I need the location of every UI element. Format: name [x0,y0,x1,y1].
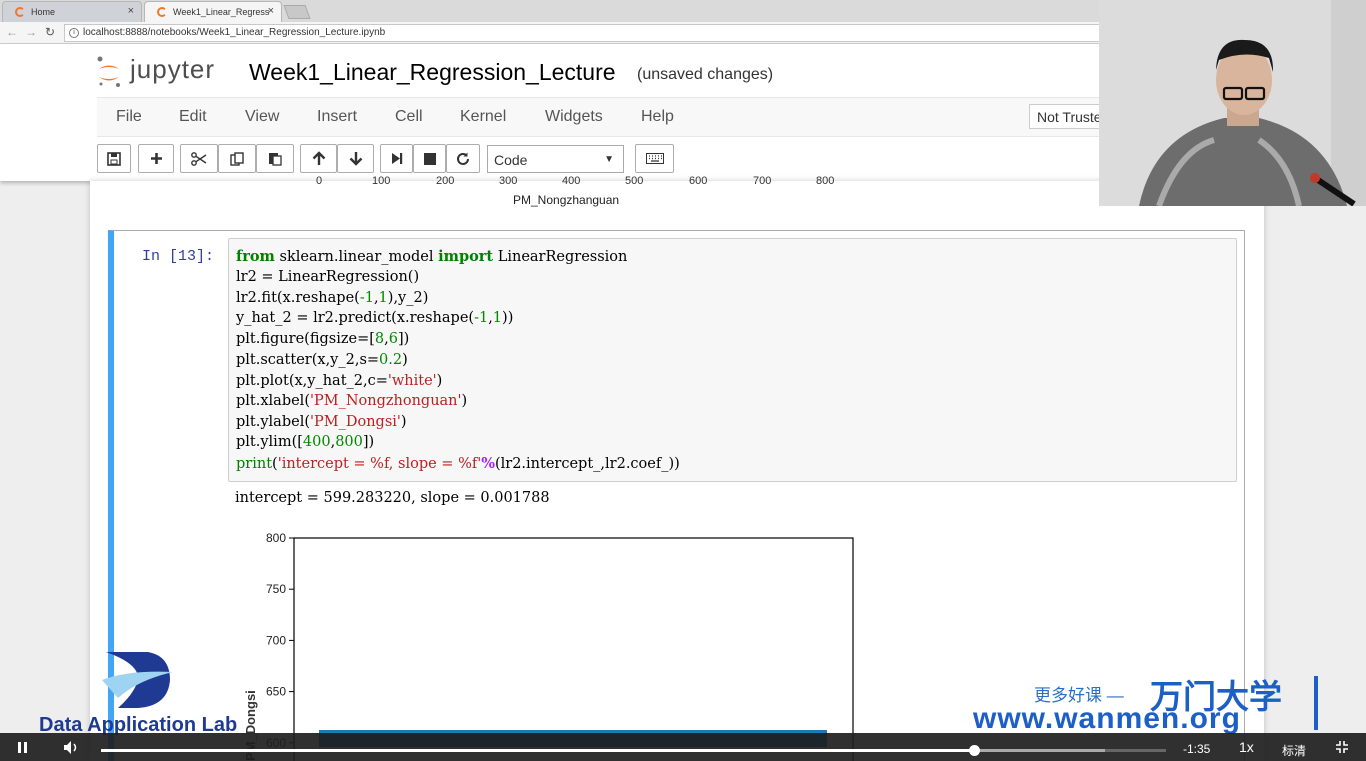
cell-type-value: Code [494,152,528,168]
exit-fullscreen-icon[interactable] [1336,741,1348,753]
command-palette-button[interactable] [635,144,674,173]
volume-icon[interactable] [64,741,80,754]
save-icon [107,151,121,166]
plus-icon [150,153,162,164]
y-tick-label: 700 [266,633,286,647]
move-up-button[interactable] [300,144,337,173]
arrow-up-icon [312,151,325,165]
menu-view[interactable]: View [245,108,279,126]
scissors-icon [191,151,207,166]
url-text: localhost:8888/notebooks/Week1_Linear_Re… [83,27,386,38]
cell-prompt: In [13]: [142,248,215,265]
prev-x-tick: 600 [689,175,708,187]
back-icon[interactable]: ← [6,25,18,39]
run-button[interactable] [380,144,413,173]
save-button[interactable] [97,144,131,173]
cut-button[interactable] [180,144,218,173]
menu-bar: File Edit View Insert Cell Kernel Widget… [97,97,1107,137]
menu-widgets[interactable]: Widgets [545,108,603,126]
step-forward-icon [391,153,402,164]
code-line: from sklearn.linear_model import LinearR… [236,248,628,265]
pause-icon[interactable] [18,742,28,753]
quality-button[interactable]: 标清 [1282,742,1306,759]
copy-icon [230,151,244,166]
restart-button[interactable] [446,144,480,173]
prev-x-tick: 700 [753,175,772,187]
cell-output-text: intercept = 599.283220, slope = 0.001788 [235,490,550,506]
tab-notebook-label: Week1_Linear_Regress [173,7,270,17]
scatter-chart: 800750700650600 PM_Dongsi [243,531,854,761]
cell-type-select[interactable]: Code ▼ [487,145,624,173]
code-line: lr2 = LinearRegression() [236,269,420,285]
info-icon[interactable]: i [69,28,79,38]
prev-x-tick: 400 [562,175,581,187]
tab-home-label: Home [31,7,56,17]
code-line: plt.ylim([400,800]) [236,434,375,450]
reload-icon[interactable]: ↻ [45,25,55,39]
instructor-webcam [1099,0,1366,206]
progress-knob[interactable] [969,745,981,756]
speed-button[interactable]: 1x [1239,739,1254,755]
jupyter-logo-icon [97,56,120,87]
refresh-icon [457,152,469,165]
dropdown-arrow-icon: ▼ [604,154,614,165]
paste-button[interactable] [256,144,294,173]
menu-insert[interactable]: Insert [317,108,357,126]
menu-kernel[interactable]: Kernel [460,108,506,126]
code-line: plt.xlabel('PM_Nongzhonguan') [236,393,468,409]
jupyter-favicon-icon [157,7,167,17]
interrupt-button[interactable] [413,144,446,173]
y-tick-label: 650 [266,685,286,699]
code-line: plt.plot(x,y_hat_2,c='white') [236,373,443,389]
save-status: (unsaved changes) [637,66,774,83]
forward-icon[interactable]: → [25,25,37,39]
plot-area [293,537,854,761]
menu-help[interactable]: Help [641,108,674,126]
watermark-divider [1314,676,1318,730]
code-line: print('intercept = %f, slope = %f'%(lr2.… [236,455,680,472]
prev-x-tick: 300 [499,175,518,187]
new-tab-button[interactable] [283,5,311,19]
prev-x-axis-label: PM_Nongzhanguan [513,193,620,207]
close-icon[interactable]: × [128,5,134,17]
menu-edit[interactable]: Edit [179,108,207,126]
code-line: plt.figure(figsize=[8,6]) [236,331,410,347]
arrow-down-icon [349,152,362,166]
close-icon[interactable]: × [268,5,274,17]
progress-played [101,749,975,752]
prev-x-tick: 100 [372,175,391,187]
tab-notebook[interactable]: Week1_Linear_Regress × [144,1,282,22]
jupyter-logo-text[interactable]: jupyter [130,54,215,85]
code-line: y_hat_2 = lr2.predict(x.reshape(-1,1)) [236,310,514,326]
stop-icon [423,152,436,165]
code-line: lr2.fit(x.reshape(-1,1),y_2) [236,290,429,306]
prev-x-tick: 800 [816,175,835,187]
prev-x-tick: 500 [625,175,644,187]
code-line: plt.ylabel('PM_Dongsi') [236,414,407,430]
url-field[interactable]: i localhost:8888/notebooks/Week1_Linear_… [64,24,1104,42]
prev-x-tick: 0 [316,175,323,187]
y-tick-label: 750 [266,582,286,596]
insert-cell-button[interactable] [138,144,174,173]
menu-file[interactable]: File [116,108,142,126]
copy-button[interactable] [218,144,256,173]
progress-bar[interactable] [101,745,1166,756]
paste-icon [269,153,282,166]
notebook-title[interactable]: Week1_Linear_Regression_Lecture [249,59,616,86]
code-line: plt.scatter(x,y_2,s=0.2) [236,352,408,368]
prev-x-tick: 200 [436,175,455,187]
time-remaining: -1:35 [1183,742,1211,756]
jupyter-favicon-icon [15,7,25,17]
tab-home[interactable]: Home × [2,1,142,22]
menu-cell[interactable]: Cell [395,108,423,126]
video-controls: -1:35 1x 标清 [0,733,1366,761]
data-application-lab-logo-icon [102,652,173,708]
wanmen-url: www.wanmen.org [973,702,1241,735]
keyboard-icon [645,153,664,164]
trust-button[interactable]: Not Trusted [1029,104,1109,129]
y-tick-label: 800 [266,531,286,545]
move-down-button[interactable] [337,144,374,173]
